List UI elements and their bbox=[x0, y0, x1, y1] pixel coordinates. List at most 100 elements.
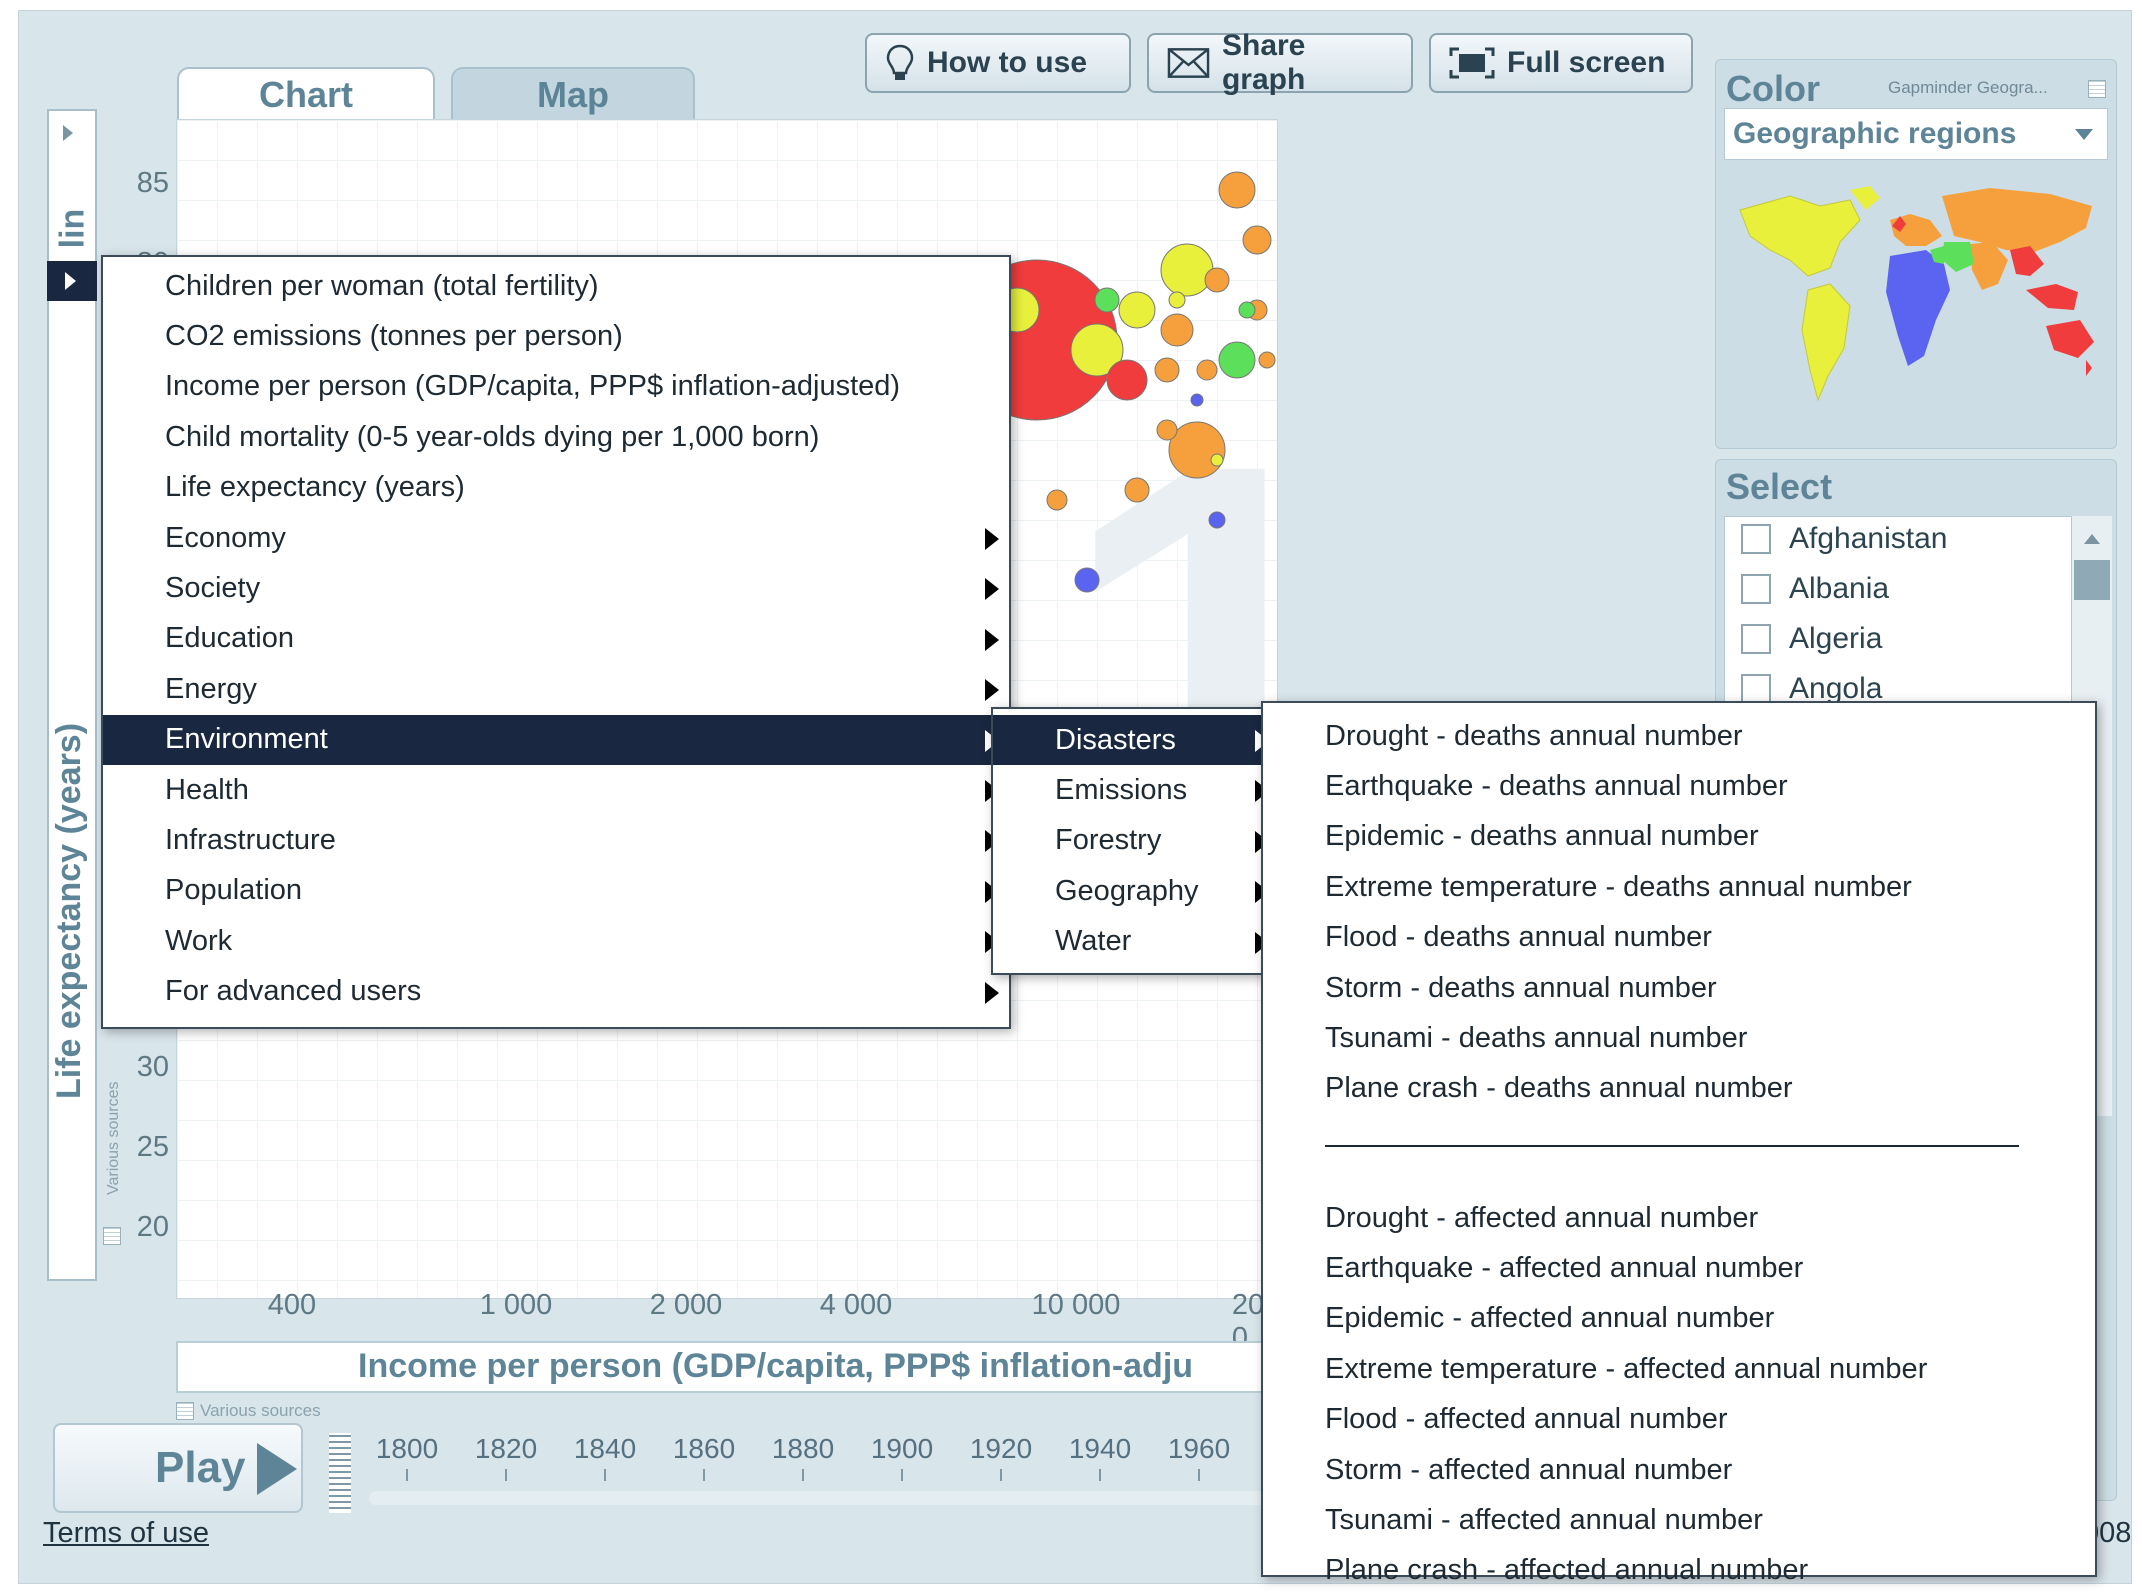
color-source-label: Gapminder Geogra... bbox=[1888, 78, 2048, 97]
timeline-year-label: 1880 bbox=[771, 1433, 835, 1464]
country-bubble[interactable] bbox=[1238, 301, 1256, 319]
country-bubble[interactable] bbox=[1118, 291, 1156, 329]
country-bubble[interactable] bbox=[1160, 313, 1194, 347]
disaster-affected-item[interactable]: Extreme temperature - affected annual nu… bbox=[1263, 1344, 2095, 1394]
scroll-up-icon[interactable] bbox=[2084, 534, 2100, 544]
country-item[interactable]: Albania bbox=[1741, 567, 1889, 611]
country-bubble[interactable] bbox=[1218, 341, 1256, 379]
menu-item-health[interactable]: Health bbox=[103, 765, 1009, 815]
full-screen-button[interactable]: Full screen bbox=[1429, 33, 1693, 93]
checkbox[interactable] bbox=[1741, 674, 1771, 704]
disaster-deaths-item[interactable]: Epidemic - deaths annual number bbox=[1263, 812, 2095, 862]
submenu-item-disasters[interactable]: Disasters bbox=[993, 715, 1279, 765]
speed-slider[interactable] bbox=[329, 1433, 351, 1513]
country-item[interactable]: Algeria bbox=[1741, 617, 1882, 661]
country-item[interactable]: Afghanistan bbox=[1741, 517, 1947, 561]
country-name: Algeria bbox=[1789, 622, 1883, 655]
menu-item-work[interactable]: Work bbox=[103, 916, 1009, 966]
terms-of-use-link[interactable]: Terms of use bbox=[43, 1517, 209, 1550]
menu-item-economy[interactable]: Economy bbox=[103, 513, 1009, 563]
disaster-deaths-item[interactable]: Flood - deaths annual number bbox=[1263, 913, 2095, 963]
country-bubble[interactable] bbox=[1154, 357, 1180, 383]
country-bubble[interactable] bbox=[1208, 511, 1226, 529]
submenu-item-water[interactable]: Water bbox=[993, 917, 1279, 967]
menu-item-label: CO2 emissions (tonnes per person) bbox=[165, 319, 623, 352]
menu-item-co2-emissions-tonnes-per-person[interactable]: CO2 emissions (tonnes per person) bbox=[103, 311, 1009, 361]
menu-item-label: Life expectancy (years) bbox=[165, 471, 465, 504]
menu-item-environment[interactable]: Environment bbox=[103, 714, 1009, 765]
country-bubble[interactable] bbox=[1046, 489, 1068, 511]
menu-item-children-per-woman-total-fertility[interactable]: Children per woman (total fertility) bbox=[103, 261, 1009, 311]
timeline-year-label: 1860 bbox=[672, 1433, 736, 1464]
checkbox[interactable] bbox=[1741, 624, 1771, 654]
color-table-icon[interactable] bbox=[2088, 80, 2106, 98]
tab-chart[interactable]: Chart bbox=[177, 67, 435, 121]
disaster-affected-item[interactable]: Earthquake - affected annual number bbox=[1263, 1243, 2095, 1293]
country-bubble[interactable] bbox=[1094, 287, 1120, 313]
country-bubble[interactable] bbox=[1156, 419, 1178, 441]
timeline-tick bbox=[1099, 1469, 1101, 1481]
checkbox[interactable] bbox=[1741, 574, 1771, 604]
country-bubble[interactable] bbox=[1242, 225, 1272, 255]
disaster-affected-item[interactable]: Storm - affected annual number bbox=[1263, 1445, 2095, 1495]
disaster-deaths-item[interactable]: Extreme temperature - deaths annual numb… bbox=[1263, 862, 2095, 912]
disaster-affected-item[interactable]: Plane crash - affected annual number bbox=[1263, 1546, 2095, 1596]
country-bubble[interactable] bbox=[1218, 171, 1256, 209]
timeline-year-label: 1940 bbox=[1068, 1433, 1132, 1464]
envelope-icon bbox=[1167, 48, 1210, 78]
timeline-track[interactable] bbox=[369, 1491, 1269, 1505]
y-indicator-open[interactable] bbox=[47, 261, 97, 301]
color-dropdown[interactable]: Geographic regions bbox=[1724, 108, 2108, 160]
x-source-table-icon[interactable] bbox=[176, 1402, 194, 1420]
country-bubble[interactable] bbox=[1168, 291, 1186, 309]
checkbox[interactable] bbox=[1741, 524, 1771, 554]
x-axis-selector[interactable]: Income per person (GDP/capita, PPP$ infl… bbox=[176, 1341, 1276, 1393]
country-bubble[interactable] bbox=[1106, 359, 1148, 401]
submenu-arrow-icon bbox=[985, 528, 999, 550]
menu-item-energy[interactable]: Energy bbox=[103, 664, 1009, 714]
menu-item-child-mortality-0-5-year-olds-dying-per-1-000-born[interactable]: Child mortality (0-5 year-olds dying per… bbox=[103, 412, 1009, 462]
disaster-deaths-item[interactable]: Earthquake - deaths annual number bbox=[1263, 761, 2095, 811]
menu-item-income-per-person-gdp-capita-ppp-inflation-adjusted[interactable]: Income per person (GDP/capita, PPP$ infl… bbox=[103, 362, 1009, 412]
menu-item-label: Tsunami - affected annual number bbox=[1325, 1503, 1763, 1536]
disaster-deaths-item[interactable]: Tsunami - deaths annual number bbox=[1263, 1013, 2095, 1063]
disaster-deaths-item[interactable]: Drought - deaths annual number bbox=[1263, 711, 2095, 761]
menu-item-label: Epidemic - deaths annual number bbox=[1325, 820, 1759, 853]
disaster-affected-item[interactable]: Tsunami - affected annual number bbox=[1263, 1495, 2095, 1545]
y-scale-expand-icon[interactable] bbox=[63, 125, 73, 141]
menu-item-population[interactable]: Population bbox=[103, 866, 1009, 916]
disaster-affected-item[interactable]: Epidemic - affected annual number bbox=[1263, 1294, 2095, 1344]
country-bubble[interactable] bbox=[1124, 477, 1150, 503]
submenu-item-emissions[interactable]: Emissions bbox=[993, 765, 1279, 815]
menu-item-education[interactable]: Education bbox=[103, 614, 1009, 664]
menu-item-label: Work bbox=[165, 924, 233, 957]
menu-item-infrastructure[interactable]: Infrastructure bbox=[103, 815, 1009, 865]
share-graph-button[interactable]: Share graph bbox=[1147, 29, 1413, 96]
country-bubble[interactable] bbox=[1196, 359, 1218, 381]
menu-item-society[interactable]: Society bbox=[103, 563, 1009, 613]
disaster-deaths-item[interactable]: Plane crash - deaths annual number bbox=[1263, 1064, 2095, 1114]
country-bubble[interactable] bbox=[1210, 453, 1224, 467]
country-bubble[interactable] bbox=[1160, 243, 1214, 297]
country-bubble[interactable] bbox=[1190, 393, 1204, 407]
menu-item-label: Children per woman (total fertility) bbox=[165, 269, 599, 302]
scroll-thumb[interactable] bbox=[2074, 560, 2110, 600]
how-to-use-button[interactable]: How to use bbox=[865, 33, 1131, 93]
disaster-deaths-item[interactable]: Storm - deaths annual number bbox=[1263, 963, 2095, 1013]
submenu-item-geography[interactable]: Geography bbox=[993, 866, 1279, 916]
y-scale-label[interactable]: lin bbox=[53, 208, 92, 248]
tab-map[interactable]: Map bbox=[451, 67, 695, 121]
how-to-use-label: How to use bbox=[927, 46, 1088, 79]
country-bubble[interactable] bbox=[1074, 567, 1100, 593]
y-axis-title[interactable]: Life expectancy (years) bbox=[50, 723, 89, 1099]
disaster-affected-item[interactable]: Flood - affected annual number bbox=[1263, 1395, 2095, 1445]
submenu-item-forestry[interactable]: Forestry bbox=[993, 816, 1279, 866]
disaster-affected-item[interactable]: Drought - affected annual number bbox=[1263, 1193, 2095, 1243]
menu-item-life-expectancy-years[interactable]: Life expectancy (years) bbox=[103, 463, 1009, 513]
play-button[interactable]: Play bbox=[53, 1423, 303, 1513]
menu-item-for-advanced-users[interactable]: For advanced users bbox=[103, 967, 1009, 1017]
country-bubble[interactable] bbox=[1258, 351, 1276, 369]
world-map-legend[interactable] bbox=[1730, 180, 2102, 430]
country-bubble[interactable] bbox=[1204, 267, 1230, 293]
y-axis-selector[interactable]: lin Life expectancy (years) bbox=[47, 109, 97, 1281]
